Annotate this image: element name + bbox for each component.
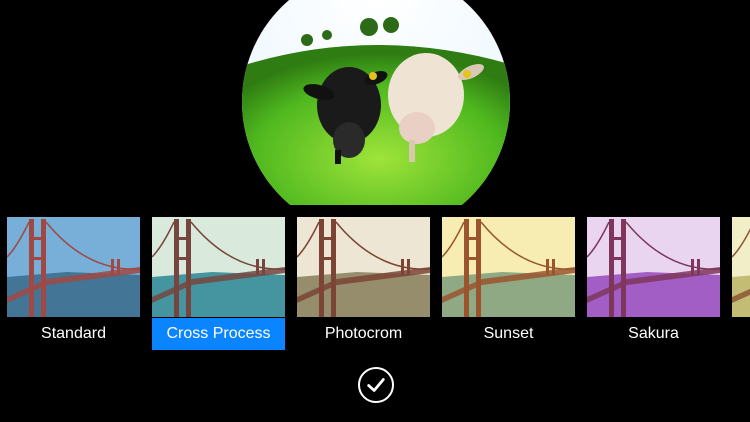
checkmark-icon — [367, 378, 385, 392]
filter-thumbnail — [732, 217, 750, 317]
filter-more[interactable] — [732, 217, 750, 350]
filter-label: Sakura — [628, 325, 679, 342]
filter-thumbnail — [152, 217, 285, 317]
filter-label: Cross Process — [152, 318, 285, 350]
fisheye-photo — [239, 0, 513, 205]
filter-sunset[interactable]: Sunset — [442, 217, 575, 350]
filter-label: Sunset — [483, 325, 534, 342]
filter-standard[interactable]: Standard — [7, 217, 140, 350]
filter-label: Photocrom — [324, 325, 403, 342]
filter-thumbnail — [297, 217, 430, 317]
filter-thumbnail — [587, 217, 720, 317]
filter-editor: Standard Cross Process Photocrom Sunset Saku… — [0, 0, 750, 422]
filter-sakura[interactable]: Sakura — [587, 217, 720, 350]
filter-strip[interactable]: Standard Cross Process Photocrom Sunset Saku… — [0, 217, 750, 352]
filter-label: Standard — [41, 325, 106, 342]
confirm-button[interactable] — [358, 367, 394, 403]
filter-cross-process[interactable]: Cross Process — [152, 217, 285, 350]
photo-preview — [239, 0, 513, 205]
filter-thumbnail — [7, 217, 140, 317]
filter-thumbnail — [442, 217, 575, 317]
filter-photocrom[interactable]: Photocrom — [297, 217, 430, 350]
